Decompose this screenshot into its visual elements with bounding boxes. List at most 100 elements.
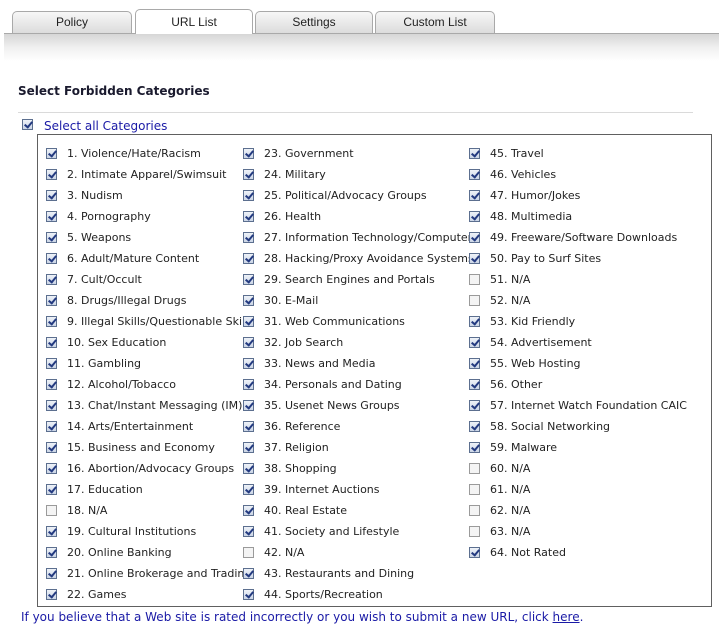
submit-url-link[interactable]: here xyxy=(553,610,580,624)
category-checkbox[interactable] xyxy=(469,169,480,180)
category-checkbox[interactable] xyxy=(243,274,254,285)
category-checkbox[interactable] xyxy=(469,211,480,222)
category-label: 29. Search Engines and Portals xyxy=(264,273,435,286)
category-checkbox[interactable] xyxy=(243,589,254,600)
category-checkbox[interactable] xyxy=(243,421,254,432)
category-label: 2. Intimate Apparel/Swimsuit xyxy=(67,168,227,181)
category-checkbox[interactable] xyxy=(46,169,57,180)
tab-custom-list[interactable]: Custom List xyxy=(375,11,495,33)
category-checkbox[interactable] xyxy=(243,568,254,579)
category-label: 62. N/A xyxy=(490,504,531,517)
category-label: 17. Education xyxy=(67,483,143,496)
category-label: 6. Adult/Mature Content xyxy=(67,252,200,265)
category-checkbox[interactable] xyxy=(46,505,57,516)
category-checkbox[interactable] xyxy=(46,400,57,411)
category-checkbox[interactable] xyxy=(469,274,480,285)
category-list: 1. Violence/Hate/Racism 2. Intimate Appar… xyxy=(37,134,712,607)
category-checkbox[interactable] xyxy=(46,232,57,243)
category-checkbox[interactable] xyxy=(469,379,480,390)
category-checkbox[interactable] xyxy=(469,295,480,306)
category-label: 42. N/A xyxy=(264,546,305,559)
category-checkbox[interactable] xyxy=(469,232,480,243)
footer-end: . xyxy=(579,610,584,624)
category-checkbox[interactable] xyxy=(469,463,480,474)
category-checkbox[interactable] xyxy=(243,379,254,390)
category-checkbox[interactable] xyxy=(469,337,480,348)
category-checkbox[interactable] xyxy=(469,358,480,369)
category-checkbox[interactable] xyxy=(243,316,254,327)
category-label: 24. Military xyxy=(264,168,326,181)
category-checkbox[interactable] xyxy=(469,421,480,432)
category-label: 32. Job Search xyxy=(264,336,344,349)
category-label: 16. Abortion/Advocacy Groups xyxy=(67,462,235,475)
category-label: 12. Alcohol/Tobacco xyxy=(67,378,176,391)
category-label: 33. News and Media xyxy=(264,357,376,370)
category-label: 53. Kid Friendly xyxy=(490,315,576,328)
category-label: 27. Information Technology/Computers xyxy=(264,231,478,244)
category-label: 39. Internet Auctions xyxy=(264,483,380,496)
category-checkbox[interactable] xyxy=(243,253,254,264)
category-checkbox[interactable] xyxy=(469,400,480,411)
category-checkbox[interactable] xyxy=(243,190,254,201)
category-checkbox[interactable] xyxy=(46,148,57,159)
category-checkbox[interactable] xyxy=(46,358,57,369)
category-checkbox[interactable] xyxy=(46,211,57,222)
category-checkbox[interactable] xyxy=(46,442,57,453)
category-label: 51. N/A xyxy=(490,273,531,286)
tab-url-list[interactable]: URL List xyxy=(135,9,253,34)
category-checkbox[interactable] xyxy=(46,547,57,558)
category-checkbox[interactable] xyxy=(243,400,254,411)
category-label: 38. Shopping xyxy=(264,462,337,475)
footer-note: If you believe that a Web site is rated … xyxy=(21,610,583,624)
category-checkbox[interactable] xyxy=(469,316,480,327)
category-checkbox[interactable] xyxy=(46,589,57,600)
tab-content-band xyxy=(4,33,719,61)
category-label: 37. Religion xyxy=(264,441,329,454)
category-checkbox[interactable] xyxy=(469,526,480,537)
select-all-checkbox[interactable] xyxy=(22,119,33,130)
select-all-label[interactable]: Select all Categories xyxy=(44,119,167,133)
category-checkbox[interactable] xyxy=(46,526,57,537)
category-checkbox[interactable] xyxy=(46,568,57,579)
category-label: 61. N/A xyxy=(490,483,531,496)
category-checkbox[interactable] xyxy=(469,253,480,264)
category-checkbox[interactable] xyxy=(243,505,254,516)
category-checkbox[interactable] xyxy=(46,316,57,327)
category-checkbox[interactable] xyxy=(46,421,57,432)
category-checkbox[interactable] xyxy=(46,253,57,264)
category-checkbox[interactable] xyxy=(243,337,254,348)
category-checkbox[interactable] xyxy=(46,190,57,201)
category-checkbox[interactable] xyxy=(243,358,254,369)
category-checkbox[interactable] xyxy=(469,148,480,159)
category-label: 25. Political/Advocacy Groups xyxy=(264,189,427,202)
category-checkbox[interactable] xyxy=(46,337,57,348)
category-checkbox[interactable] xyxy=(46,484,57,495)
category-checkbox[interactable] xyxy=(46,463,57,474)
category-checkbox[interactable] xyxy=(46,274,57,285)
tab-policy[interactable]: Policy xyxy=(12,11,132,33)
category-checkbox[interactable] xyxy=(469,190,480,201)
tab-settings[interactable]: Settings xyxy=(255,11,373,33)
category-checkbox[interactable] xyxy=(243,442,254,453)
category-checkbox[interactable] xyxy=(243,148,254,159)
category-label: 5. Weapons xyxy=(67,231,132,244)
category-checkbox[interactable] xyxy=(243,169,254,180)
category-checkbox[interactable] xyxy=(46,379,57,390)
category-label: 30. E-Mail xyxy=(264,294,319,307)
category-checkbox[interactable] xyxy=(469,442,480,453)
category-checkbox[interactable] xyxy=(243,547,254,558)
category-label: 52. N/A xyxy=(490,294,531,307)
category-label: 63. N/A xyxy=(490,525,531,538)
category-checkbox[interactable] xyxy=(243,211,254,222)
category-checkbox[interactable] xyxy=(243,295,254,306)
category-checkbox[interactable] xyxy=(243,232,254,243)
category-checkbox[interactable] xyxy=(469,505,480,516)
category-checkbox[interactable] xyxy=(469,484,480,495)
category-checkbox[interactable] xyxy=(46,295,57,306)
category-checkbox[interactable] xyxy=(243,484,254,495)
category-checkbox[interactable] xyxy=(469,547,480,558)
category-checkbox[interactable] xyxy=(243,463,254,474)
category-checkbox[interactable] xyxy=(243,526,254,537)
category-label: 35. Usenet News Groups xyxy=(264,399,400,412)
category-label: 46. Vehicles xyxy=(490,168,557,181)
